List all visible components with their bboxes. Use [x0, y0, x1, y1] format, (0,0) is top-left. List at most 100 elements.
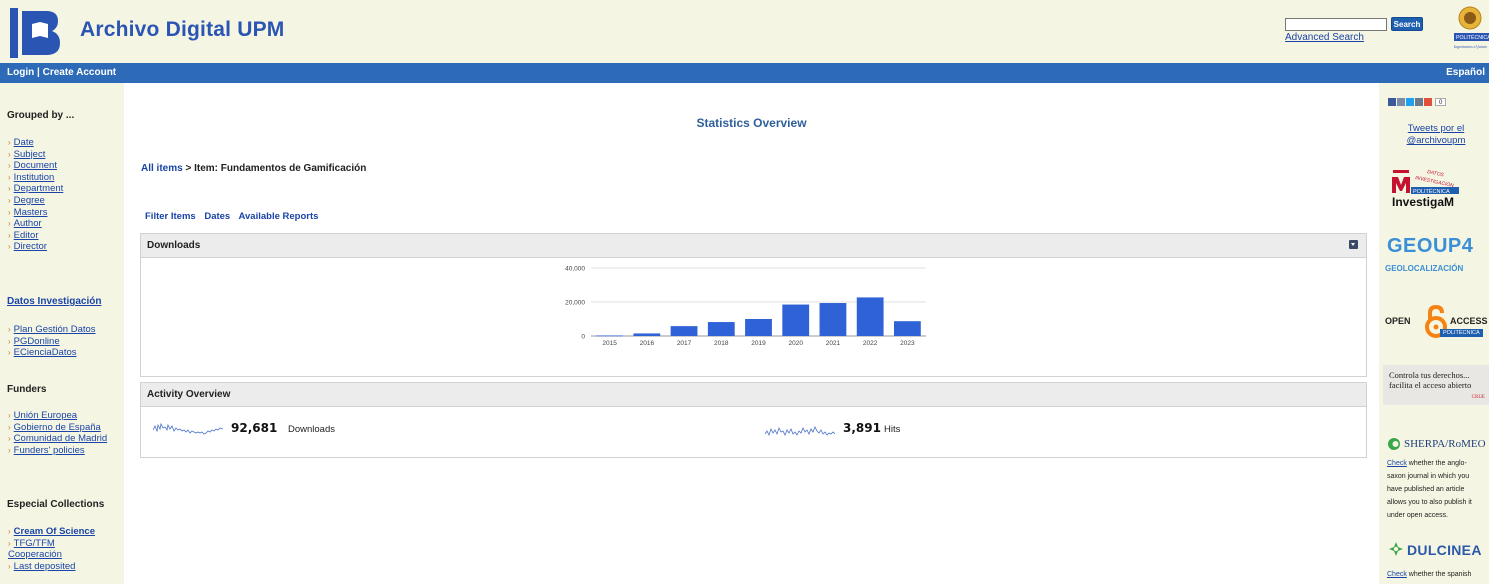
share-plus-icon[interactable] — [1424, 98, 1432, 106]
breadcrumb: All items > Item: Fundamentos de Gamific… — [141, 163, 366, 174]
sherpa-romeo-logo[interactable]: SHERPA/RoMEO — [1404, 438, 1486, 450]
list-item: › Date — [8, 137, 34, 148]
sherpa-description: Check whether the anglo-saxon journal in… — [1387, 457, 1485, 522]
list-item: › Editor — [8, 229, 39, 241]
grouped-by-heading: Grouped by ... — [7, 110, 75, 121]
svg-text:POLITÉCNICA: POLITÉCNICA — [1413, 188, 1450, 195]
svg-text:BIBLIOTECA: BIBLIOTECA — [24, 49, 44, 53]
chart-bar-2019[interactable] — [745, 319, 772, 336]
language-link[interactable]: Español — [1446, 63, 1485, 83]
site-title[interactable]: Archivo Digital UPM — [80, 18, 285, 42]
list-item: › ECienciaDatos — [8, 347, 77, 359]
list-item: › Degree — [8, 194, 45, 206]
geoupm-logo[interactable]: GEOUP4 — [1387, 235, 1473, 258]
grouped-department-link[interactable]: Department — [14, 183, 64, 194]
chart-bar-2015[interactable] — [596, 335, 624, 337]
chart-bar-2020[interactable] — [782, 304, 810, 336]
print-icon[interactable] — [1415, 98, 1423, 106]
x-tick-label: 2018 — [714, 340, 729, 347]
dulcinea-description-text: whether the spanish — [1406, 571, 1472, 578]
search-input[interactable] — [1285, 18, 1387, 31]
twitter-icon[interactable] — [1406, 98, 1414, 106]
chart-bar-2016[interactable] — [633, 333, 661, 336]
search-button[interactable]: Search — [1391, 17, 1423, 31]
open-access-open-label: OPEN — [1385, 316, 1411, 326]
sherpa-romeo-icon — [1388, 438, 1400, 450]
grouped-director-link[interactable]: Director — [14, 241, 47, 252]
gobierno-espana-link[interactable]: Gobierno de España — [14, 422, 101, 433]
advanced-search-link[interactable]: Advanced Search — [1285, 32, 1364, 43]
dulcinea-logo[interactable]: DULCINEA — [1407, 542, 1482, 558]
especial-list: › Cream Of Science › TFG/TFM Cooperación ›… — [8, 526, 95, 572]
chart-bar-2022[interactable] — [856, 297, 884, 336]
header: BIBLIOTECA Archivo Digital UPM Search Ad… — [0, 0, 1489, 62]
list-item: › Comunidad de Madrid — [8, 433, 108, 445]
facebook-icon[interactable] — [1388, 98, 1396, 106]
create-account-link[interactable]: Create Account — [43, 67, 117, 78]
chart-bar-2018[interactable] — [707, 322, 735, 336]
crue-banner[interactable]: Controla tus derechos... facilita el acc… — [1383, 365, 1489, 405]
funders-policies-link[interactable]: Funders' policies — [14, 445, 85, 456]
x-tick-label: 2019 — [751, 340, 766, 347]
upm-library-logo[interactable]: BIBLIOTECA — [10, 8, 66, 58]
pgdonline-link[interactable]: PGDonline — [14, 336, 60, 347]
tfg-tfm-cooperacion-link[interactable]: TFG/TFM Cooperación — [8, 538, 62, 561]
grouped-editor-link[interactable]: Editor — [14, 230, 39, 241]
investigam-label[interactable]: InvestigaM — [1392, 195, 1454, 209]
list-item: › Author — [8, 218, 42, 230]
dates-link[interactable]: Dates — [204, 211, 230, 222]
last-deposited-link[interactable]: Last deposited — [14, 561, 76, 572]
grouped-document-link[interactable]: Document — [14, 160, 57, 171]
list-item: › Funders' policies — [8, 444, 85, 456]
plan-gestion-datos-link[interactable]: Plan Gestión Datos — [14, 324, 96, 335]
left-sidebar: Grouped by ... › Date › Subject › Document … — [0, 83, 124, 584]
list-item: › Masters — [8, 206, 48, 218]
downloads-heading: Downloads — [141, 234, 1366, 258]
tweets-link[interactable]: Tweets por el @archivoupm — [1401, 123, 1471, 147]
downloads-sparkline — [153, 422, 223, 435]
x-tick-label: 2017 — [677, 340, 692, 347]
filter-items-link[interactable]: Filter Items — [145, 211, 196, 222]
chart-bar-2017[interactable] — [670, 326, 698, 336]
list-item: › PGDonline — [8, 335, 60, 347]
right-sidebar: 0 Tweets por el @archivoupm POLITÉCNICA … — [1379, 83, 1489, 584]
grouped-author-link[interactable]: Author — [14, 218, 42, 229]
list-item: › Gobierno de España — [8, 421, 101, 433]
grouped-institution-link[interactable]: Institution — [14, 172, 55, 183]
login-link[interactable]: Login — [7, 67, 34, 78]
open-access-access-label: ACCESS — [1450, 316, 1488, 326]
grouped-subject-link[interactable]: Subject — [14, 149, 46, 160]
main-content: Statistics Overview All items > Item: Fu… — [124, 83, 1379, 584]
grouped-date-link[interactable]: Date — [14, 137, 34, 148]
grouped-masters-link[interactable]: Masters — [14, 207, 48, 218]
chart-bar-2023[interactable] — [893, 321, 921, 336]
all-items-link[interactable]: All items — [141, 163, 183, 174]
grouped-degree-link[interactable]: Degree — [14, 195, 45, 206]
datos-investigacion-link[interactable]: Datos Investigación — [7, 296, 101, 307]
available-reports-link[interactable]: Available Reports — [239, 211, 319, 222]
list-item: › Last deposited — [8, 560, 76, 572]
x-tick-label: 2020 — [788, 340, 803, 347]
sherpa-check-link[interactable]: Check — [1387, 460, 1407, 467]
x-tick-label: 2023 — [900, 340, 915, 347]
cream-of-science-link[interactable]: Cream Of Science — [14, 526, 95, 537]
union-europea-link[interactable]: Unión Europea — [14, 410, 77, 421]
x-tick-label: 2016 — [640, 340, 655, 347]
dulcinea-check-link[interactable]: Check — [1387, 571, 1407, 578]
especial-collections-heading: Especial Collections — [7, 499, 105, 510]
collapse-icon[interactable] — [1349, 240, 1358, 249]
eciencia-datos-link[interactable]: ECienciaDatos — [14, 347, 77, 358]
email-icon[interactable] — [1397, 98, 1405, 106]
svg-text:POLITÉCNICA: POLITÉCNICA — [1456, 34, 1489, 41]
chart-bar-2021[interactable] — [819, 303, 847, 336]
sherpa-description-text: whether the anglo-saxon journal in which… — [1387, 460, 1472, 519]
activity-overview-panel: Activity Overview 92,681 Downloads 3,891… — [140, 382, 1367, 458]
y-tick-label: 40,000 — [565, 266, 585, 273]
upm-seal-logo[interactable]: POLITÉCNICA Ingeniamos el futuro — [1452, 5, 1489, 57]
list-item: › Document — [8, 160, 57, 172]
list-item: › Unión Europea — [8, 410, 78, 421]
dulcinea-description: Check whether the spanish — [1387, 568, 1487, 581]
comunidad-madrid-link[interactable]: Comunidad de Madrid — [14, 433, 107, 444]
list-item: › Subject — [8, 148, 46, 160]
list-item: › Plan Gestión Datos — [8, 324, 96, 335]
